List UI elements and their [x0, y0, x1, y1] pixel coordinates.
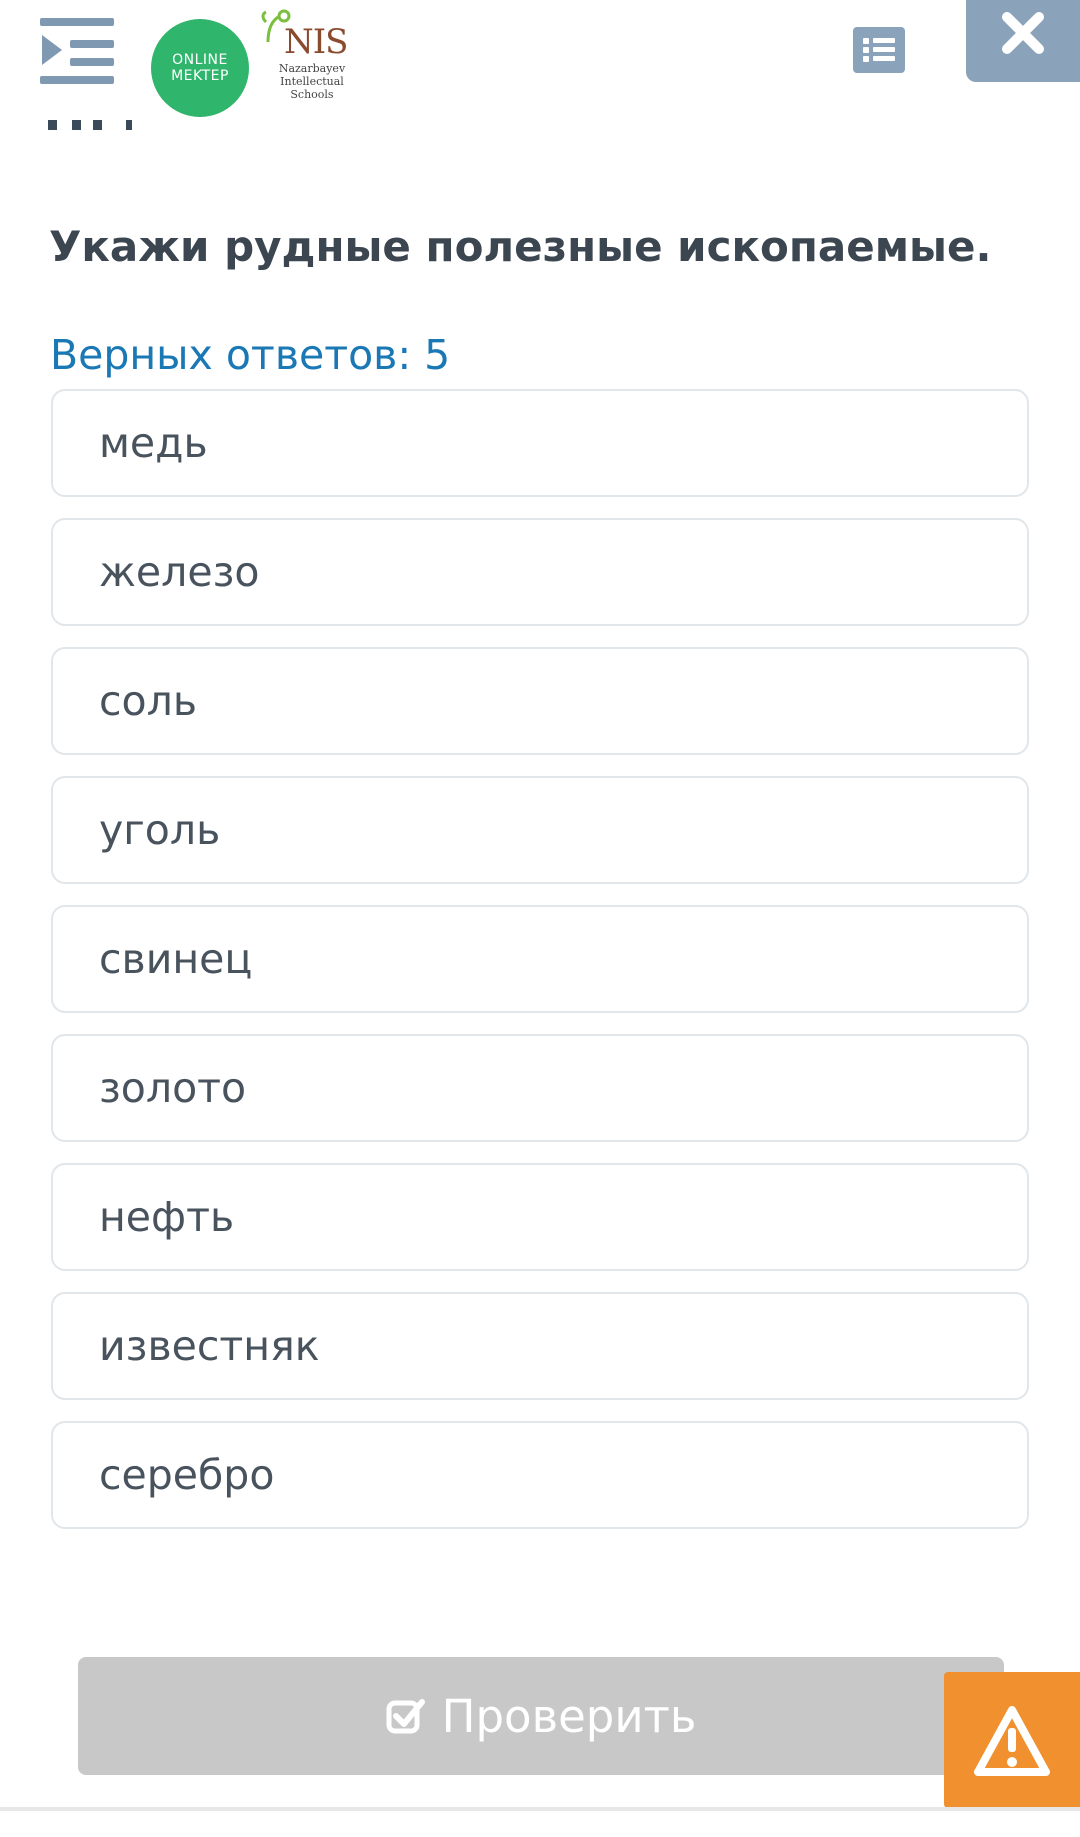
nis-logo: NIS Nazarbayev Intellectual Schools: [258, 8, 348, 101]
answer-option[interactable]: соль: [51, 647, 1029, 755]
menu-icon[interactable]: [40, 18, 114, 84]
checkbox-icon: [386, 1699, 425, 1734]
answer-option[interactable]: серебро: [51, 1421, 1029, 1529]
logo-mektep-text: MEKTEP: [171, 68, 229, 84]
answer-option[interactable]: известняк: [51, 1292, 1029, 1400]
nis-full-name: Nazarbayev Intellectual Schools: [278, 62, 346, 101]
check-button-label: Проверить: [441, 1689, 697, 1743]
list-icon[interactable]: [853, 27, 905, 73]
close-icon[interactable]: [966, 0, 1080, 82]
answer-option[interactable]: нефть: [51, 1163, 1029, 1271]
question-title: Укажи рудные полезные ископаемые.: [49, 222, 992, 271]
nis-short: NIS: [284, 22, 348, 62]
bottom-divider: [0, 1807, 1080, 1811]
online-mektep-logo[interactable]: ONLINE MEKTEP: [151, 19, 249, 117]
answer-option[interactable]: железо: [51, 518, 1029, 626]
answer-option[interactable]: уголь: [51, 776, 1029, 884]
answer-option[interactable]: свинец: [51, 905, 1029, 1013]
answer-option[interactable]: медь: [51, 389, 1029, 497]
correct-answers-count: Верных ответов: 5: [50, 331, 451, 379]
top-bar: ONLINE MEKTEP NIS Nazarbayev Intellectua…: [0, 0, 1080, 117]
logo-online-text: ONLINE: [172, 52, 228, 68]
check-button[interactable]: Проверить: [78, 1657, 1004, 1775]
warning-icon[interactable]: [944, 1672, 1080, 1808]
answer-option[interactable]: золото: [51, 1034, 1029, 1142]
clipped-text-fragment: [48, 120, 168, 132]
